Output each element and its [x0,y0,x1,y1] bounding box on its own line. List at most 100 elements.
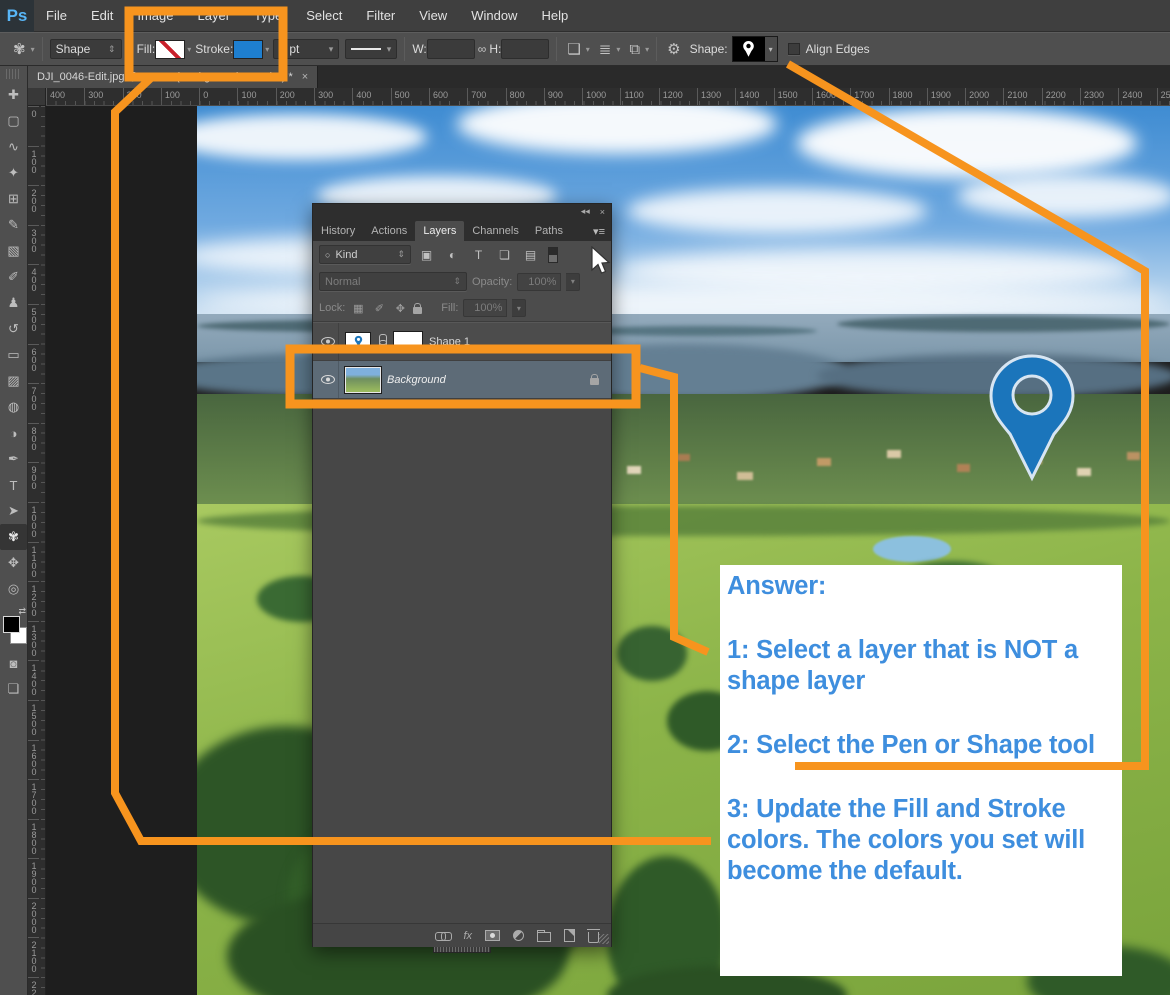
blend-mode-select[interactable]: Normal ⇕ [319,272,467,291]
tool-button[interactable]: ∿ [0,134,27,160]
chevron-down-icon[interactable]: ▾ [765,37,777,61]
tab-channels[interactable]: Channels [464,221,526,241]
add-layer-mask-icon[interactable] [485,930,500,941]
tool-button[interactable]: ▢ [0,108,27,134]
stroke-color-swatch[interactable] [233,40,263,59]
tool-button[interactable]: ↺ [0,316,27,342]
tool-button[interactable]: ◎ [0,576,27,602]
menu-item-type[interactable]: Type [242,0,294,32]
tool-button[interactable]: ◍ [0,394,27,420]
width-input[interactable] [427,39,475,59]
map-pin-shape[interactable] [982,352,1082,484]
path-alignment-icon[interactable]: ≣ [596,40,615,58]
layer-thumbnail[interactable] [345,367,381,393]
filter-toggle-switch[interactable] [548,247,558,263]
chevron-down-icon[interactable]: ▾ [265,45,269,54]
gear-icon[interactable]: ⚙ [664,40,683,58]
layer-visibility-toggle[interactable] [317,323,339,360]
fill-input[interactable]: 100% [463,299,507,317]
lock-position-icon[interactable]: ✥ [392,302,408,315]
menu-item-select[interactable]: Select [294,0,354,32]
close-icon[interactable]: × [302,71,308,83]
foreground-color-swatch[interactable] [3,616,20,633]
stroke-style-select[interactable]: ▾ [345,39,397,59]
layer-name[interactable]: Shape 1 [429,336,470,348]
lock-pixels-icon[interactable]: ✐ [371,302,387,315]
quick-mask-button[interactable]: ◙ [0,650,27,676]
fill-color-swatch[interactable] [155,40,185,59]
shape-picker[interactable]: ▾ [732,36,778,62]
panel-resize-grip[interactable] [599,934,609,944]
chevron-down-icon[interactable]: ▾ [566,273,580,291]
layer-row-shape1[interactable]: Shape 1 [313,323,611,361]
layer-row-background[interactable]: Background [313,361,611,399]
align-edges-checkbox[interactable] [788,43,800,55]
tool-button[interactable]: ✾ [0,524,27,550]
panel-drag-handle[interactable] [433,947,491,953]
menu-item-help[interactable]: Help [529,0,580,32]
filter-pixel-layers-icon[interactable]: ▣ [416,248,437,262]
height-input[interactable] [501,39,549,59]
screen-mode-button[interactable]: ❏ [0,676,27,702]
menu-item-edit[interactable]: Edit [79,0,125,32]
custom-shape-tool-preset-icon[interactable]: ✾ [10,40,29,58]
tool-button[interactable]: ✐ [0,264,27,290]
filter-kind-select[interactable]: ○ Kind ⇕ [319,245,411,264]
pin-shape-thumbnail[interactable] [733,37,765,61]
lock-all-icon[interactable] [413,307,422,314]
filter-shape-layers-icon[interactable]: ❏ [494,248,515,262]
filter-type-layers-icon[interactable]: T [468,248,489,262]
tab-paths[interactable]: Paths [527,221,571,241]
path-arrangement-icon[interactable]: ⧉ [626,41,643,58]
stroke-width-select[interactable]: 2 pt▾ [273,39,339,59]
tool-button[interactable]: ✒ [0,446,27,472]
menu-item-filter[interactable]: Filter [354,0,407,32]
tool-button[interactable]: ⊞ [0,186,27,212]
close-icon[interactable]: × [600,207,605,217]
delete-layer-icon[interactable] [588,932,599,943]
layer-visibility-toggle[interactable] [317,361,339,398]
tool-button[interactable]: ✚ [0,82,27,108]
lock-transparency-icon[interactable]: ▦ [350,302,366,315]
link-dimensions-icon[interactable]: ∞ [475,42,490,56]
tool-button[interactable]: ✎ [0,212,27,238]
chevron-down-icon[interactable]: ▾ [512,299,526,317]
layer-thumbnail[interactable] [345,332,371,352]
path-operations-icon[interactable]: ❑ [564,40,583,58]
layer-effects-icon[interactable]: fx [463,930,472,942]
tool-mode-select[interactable]: Shape⇕ [50,39,122,59]
panel-menu-icon[interactable]: ▾≡ [587,225,611,241]
tool-button[interactable]: ✥ [0,550,27,576]
add-adjustment-layer-icon[interactable] [513,930,524,941]
chevron-down-icon[interactable]: ▾ [187,45,191,54]
layer-name[interactable]: Background [387,374,446,386]
panel-grip[interactable] [6,69,21,79]
document-tab[interactable]: DJI_0046-Edit.jpg @ 37.0% (Background, R… [28,66,318,88]
layers-list-empty-area[interactable] [313,399,611,923]
tool-button[interactable]: ✦ [0,160,27,186]
filter-adjustment-layers-icon[interactable]: ◐ [442,248,463,262]
tab-actions[interactable]: Actions [363,221,415,241]
tool-button[interactable]: T [0,472,27,498]
tool-button[interactable]: ◑ [0,420,27,446]
opacity-input[interactable]: 100% [517,273,561,291]
tool-button[interactable]: ▨ [0,368,27,394]
menu-item-image[interactable]: Image [125,0,185,32]
link-layers-icon[interactable] [435,932,450,940]
vector-mask-thumbnail[interactable] [393,331,423,353]
collapse-panel-icon[interactable]: ◂◂ [581,206,590,217]
tool-button[interactable]: ▭ [0,342,27,368]
menu-item-layer[interactable]: Layer [186,0,243,32]
tool-button[interactable]: ♟ [0,290,27,316]
new-group-icon[interactable] [537,932,551,942]
new-layer-icon[interactable] [564,929,575,942]
menu-item-window[interactable]: Window [459,0,529,32]
filter-smart-objects-icon[interactable]: ▤ [520,248,541,262]
menu-item-file[interactable]: File [34,0,79,32]
tool-button[interactable]: ▧ [0,238,27,264]
menu-item-view[interactable]: View [407,0,459,32]
tab-layers[interactable]: Layers [415,221,464,241]
chevron-down-icon[interactable]: ▾ [31,45,35,54]
tab-history[interactable]: History [313,221,363,241]
tool-button[interactable]: ➤ [0,498,27,524]
